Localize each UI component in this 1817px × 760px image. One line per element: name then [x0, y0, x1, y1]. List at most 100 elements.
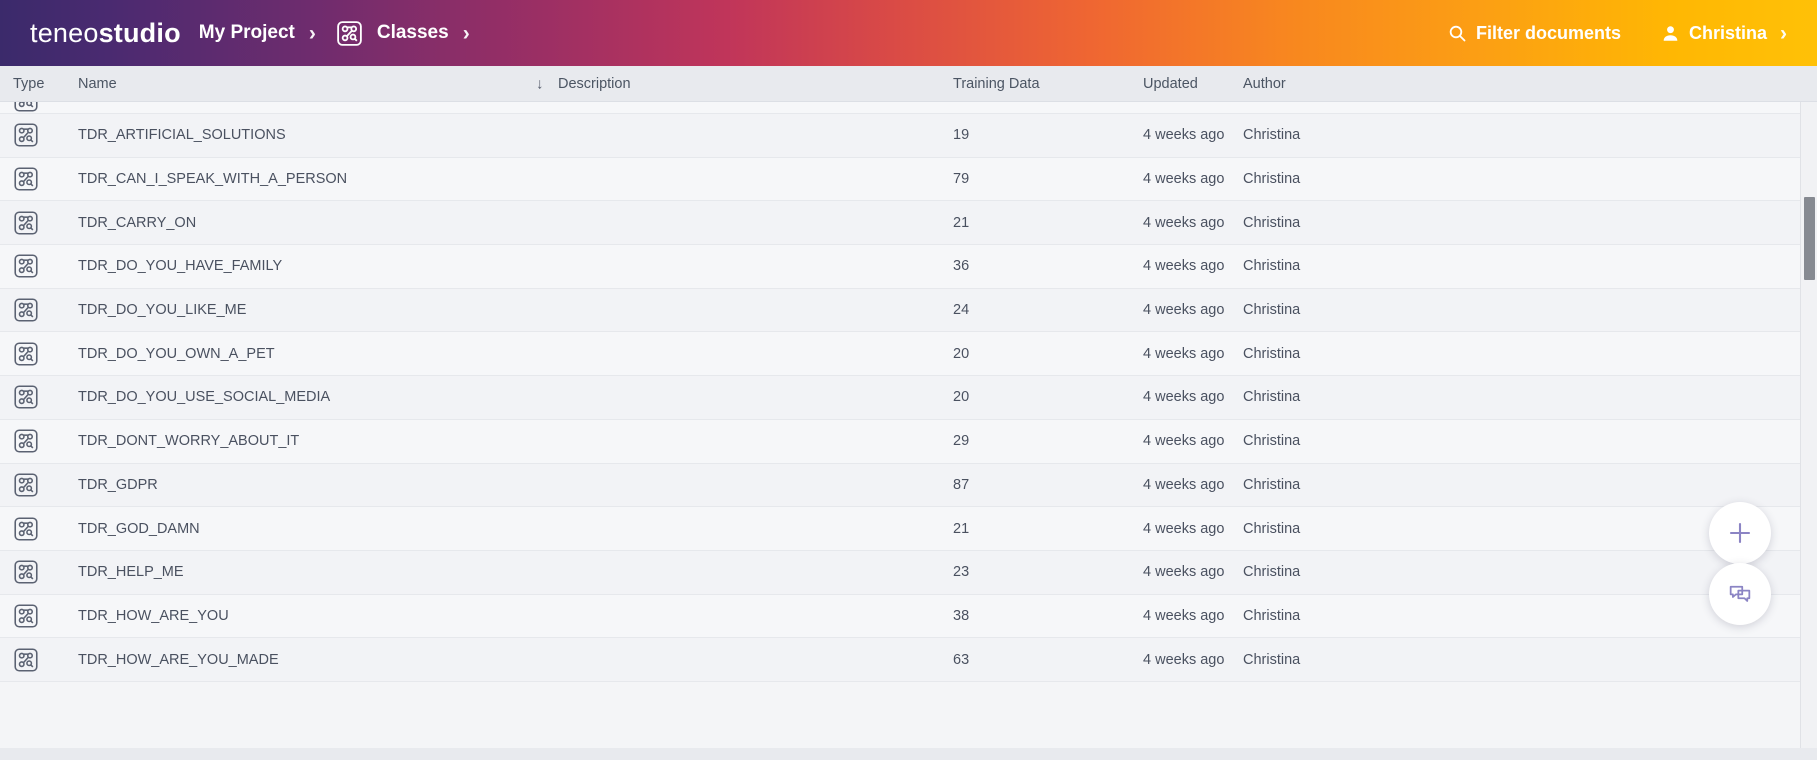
column-header-training-data[interactable]: Training Data [953, 76, 1143, 92]
row-training-cell: 23 [953, 564, 970, 581]
row-training-cell: 24 [953, 302, 970, 319]
row-name-cell: TDR_HOW_ARE_YOU_MADE [78, 651, 279, 668]
row-updated-cell: 4 weeks ago [1143, 476, 1225, 493]
table-row[interactable]: TDR_HELP_ME 23 4 weeks ago Christina [0, 550, 1817, 595]
row-author-cell: Christina [1243, 258, 1301, 275]
row-training-cell: 63 [953, 651, 970, 668]
row-name-cell: TDR_DONT_WORRY_ABOUT_IT [78, 433, 300, 450]
row-training-cell: 87 [953, 476, 970, 493]
table-row[interactable]: TDR_DONT_WORRY_ABOUT_IT 29 4 weeks ago Chri… [0, 419, 1817, 464]
class-graph-icon [13, 122, 78, 148]
row-name-cell: TDR_GOD_DAMN [78, 520, 200, 537]
breadcrumb-classes[interactable]: Classes [377, 22, 449, 44]
table-row-partial-top[interactable] [0, 102, 1817, 114]
user-menu-button[interactable]: Christina › [1661, 23, 1791, 44]
column-header-updated[interactable]: Updated [1143, 76, 1243, 92]
filter-documents-label: Filter documents [1475, 22, 1621, 43]
row-name-cell: TDR_HELP_ME [78, 564, 184, 581]
column-header-type[interactable]: Type [0, 76, 78, 92]
class-graph-icon [13, 341, 78, 367]
vertical-scrollbar[interactable] [1800, 102, 1817, 760]
class-graph-icon [13, 384, 78, 410]
row-name-cell: TDR_GDPR [78, 476, 158, 493]
row-author-cell: Christina [1243, 214, 1301, 231]
column-header-author[interactable]: Author [1243, 76, 1817, 92]
table-row[interactable]: TDR_CARRY_ON 21 4 weeks ago Christina [0, 201, 1817, 246]
table-row[interactable]: TDR_HOW_ARE_YOU_MADE 63 4 weeks ago Christi… [0, 638, 1817, 682]
row-type-icon-cell [0, 516, 78, 542]
row-training-cell: 38 [953, 607, 970, 624]
row-name-cell: TDR_HOW_ARE_YOU [78, 607, 229, 624]
row-author-cell: Christina [1243, 389, 1301, 406]
table-row[interactable]: TDR_DO_YOU_HAVE_FAMILY 36 4 weeks ago Chris… [0, 245, 1817, 289]
row-updated-cell: 4 weeks ago [1143, 651, 1225, 668]
row-type-icon-cell [0, 428, 78, 454]
row-updated-cell: 4 weeks ago [1143, 345, 1225, 362]
app-header: teneostudio My Project › Classes › Filte… [0, 0, 1817, 66]
row-type-icon-cell [0, 647, 78, 673]
row-training-cell: 21 [953, 520, 970, 537]
row-name-cell: TDR_DO_YOU_LIKE_ME [78, 302, 247, 319]
user-menu-label: Christina [1688, 22, 1767, 43]
table-row[interactable]: TDR_DO_YOU_USE_SOCIAL_MEDIA 20 4 weeks ago… [0, 376, 1817, 420]
table-row[interactable]: TDR_CAN_I_SPEAK_WITH_A_PERSON 79 4 weeks a… [0, 157, 1817, 202]
row-name-cell: TDR_ARTIFICIAL_SOLUTIONS [78, 127, 286, 144]
plus-icon [1725, 518, 1755, 548]
class-graph-icon [13, 297, 78, 323]
chat-button[interactable] [1709, 563, 1771, 625]
table-row[interactable]: TDR_HOW_ARE_YOU 38 4 weeks ago Christina [0, 594, 1817, 639]
row-updated-cell: 4 weeks ago [1143, 564, 1225, 581]
class-graph-icon [13, 647, 78, 673]
row-updated-cell: 4 weeks ago [1143, 520, 1225, 537]
row-type-icon-cell [0, 341, 78, 367]
column-header-name[interactable]: Name [78, 76, 558, 92]
person-icon [1661, 24, 1680, 43]
row-updated-cell: 4 weeks ago [1143, 214, 1225, 231]
row-updated-cell: 4 weeks ago [1143, 127, 1225, 144]
row-updated-cell: 4 weeks ago [1143, 171, 1225, 188]
row-type-icon-cell [0, 253, 78, 279]
row-type-cell [0, 102, 78, 113]
row-author-cell: Christina [1243, 127, 1301, 144]
class-graph-icon [13, 253, 78, 279]
row-type-icon-cell [0, 166, 78, 192]
table-row[interactable]: TDR_GOD_DAMN 21 4 weeks ago Christina [0, 507, 1817, 551]
row-type-icon-cell [0, 297, 78, 323]
row-updated-cell: 4 weeks ago [1143, 389, 1225, 406]
class-graph-icon [13, 559, 78, 585]
row-type-icon-cell [0, 472, 78, 498]
row-name-cell: TDR_DO_YOU_HAVE_FAMILY [78, 258, 283, 275]
row-name-cell: TDR_CARRY_ON [78, 214, 197, 231]
row-updated-cell: 4 weeks ago [1143, 302, 1225, 319]
sort-descending-icon[interactable]: ↓ [536, 75, 544, 92]
row-updated-cell: 4 weeks ago [1143, 607, 1225, 624]
row-author-cell: Christina [1243, 476, 1301, 493]
column-header-description-label: Description [558, 75, 631, 92]
table-row[interactable]: TDR_DO_YOU_LIKE_ME 24 4 weeks ago Christina [0, 288, 1817, 333]
class-graph-icon [13, 166, 78, 192]
header-actions: Filter documents Christina › [1448, 23, 1791, 44]
chevron-right-icon: › [1780, 21, 1787, 45]
logo-text-light: teneo [30, 17, 99, 48]
row-name-cell: TDR_DO_YOU_USE_SOCIAL_MEDIA [78, 389, 331, 406]
class-graph-icon [13, 472, 78, 498]
column-header-description[interactable]: ↓ Description [536, 75, 953, 92]
table-row[interactable]: TDR_DO_YOU_OWN_A_PET 20 4 weeks ago Christi… [0, 332, 1817, 377]
table-row[interactable]: TDR_GDPR 87 4 weeks ago Christina [0, 463, 1817, 508]
row-name-cell: TDR_DO_YOU_OWN_A_PET [78, 345, 275, 362]
row-author-cell: Christina [1243, 433, 1301, 450]
table-header-row: Type Name ↓ Description Training Data Up… [0, 66, 1817, 102]
scrollbar-thumb[interactable] [1804, 197, 1815, 280]
table-body: TDR_ARTIFICIAL_SOLUTIONS 19 4 weeks ago Chr… [0, 102, 1817, 760]
classes-graph-icon [336, 20, 363, 47]
table-row[interactable]: TDR_ARTIFICIAL_SOLUTIONS 19 4 weeks ago Chr… [0, 114, 1817, 158]
add-class-button[interactable] [1709, 502, 1771, 564]
app-logo[interactable]: teneostudio [30, 18, 181, 49]
logo-text-bold: studio [98, 17, 181, 48]
filter-documents-button[interactable]: Filter documents [1448, 23, 1621, 44]
breadcrumb-project[interactable]: My Project [199, 22, 295, 44]
class-graph-icon [13, 516, 78, 542]
row-type-icon-cell [0, 559, 78, 585]
row-author-cell: Christina [1243, 651, 1301, 668]
search-icon [1448, 24, 1467, 43]
